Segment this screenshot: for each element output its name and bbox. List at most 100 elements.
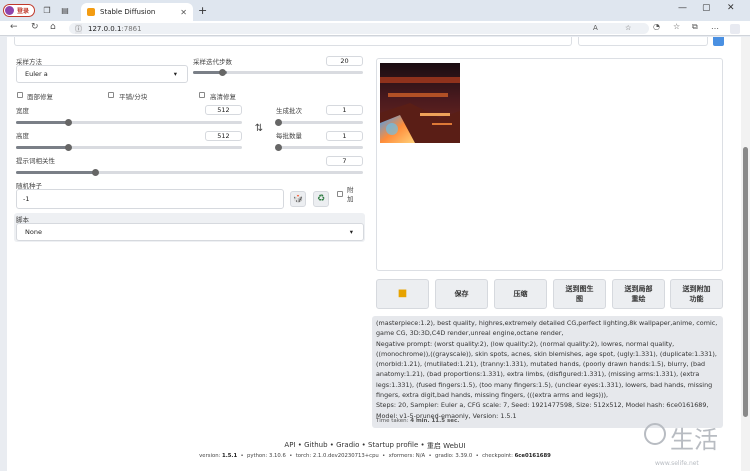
face-restore-checkbox[interactable] [17, 92, 23, 98]
face-restore-label: 面部修复 [27, 93, 53, 101]
height-input[interactable]: 512 [205, 131, 242, 141]
tab-actions-icon[interactable]: ▤ [59, 4, 71, 16]
avatar [5, 6, 14, 15]
time-taken-value: 4 min. 11.5 sec. [410, 418, 460, 424]
refresh-icon[interactable]: ↻ [31, 22, 39, 32]
width-input[interactable]: 512 [205, 105, 242, 115]
cfg-input[interactable]: 7 [326, 156, 363, 166]
apply-style-icon[interactable] [713, 37, 724, 46]
url-port: :7861 [121, 24, 142, 33]
url-input[interactable]: ⓘ 127.0.0.1:7861 A ☆ [69, 23, 649, 34]
new-tab-icon[interactable]: + [198, 4, 207, 17]
profile-button[interactable]: 登录 [3, 4, 35, 17]
styles-dropdown[interactable] [578, 37, 708, 46]
footer-link-restart[interactable]: 重启 WebUI [427, 441, 466, 451]
collections-icon[interactable]: ⧉ [692, 22, 698, 32]
send-to-extras-button[interactable]: 送到附加功能 [670, 279, 723, 309]
height-slider[interactable] [16, 144, 242, 151]
batch-size-label: 每批数量 [276, 132, 302, 140]
height-label: 高度 [16, 132, 29, 140]
cfg-slider-knob[interactable] [92, 169, 99, 176]
steps-input[interactable]: 20 [326, 56, 363, 66]
send-to-inpaint-button[interactable]: 送到局部重绘 [612, 279, 665, 309]
cfg-slider[interactable] [16, 169, 363, 176]
zip-button[interactable]: 压缩 [494, 279, 547, 309]
version-label: version: [199, 453, 221, 459]
footer-versions: version: 1.5.1 • python: 3.10.6 • torch:… [199, 453, 551, 459]
script-value: None [25, 228, 42, 236]
maximize-icon[interactable]: ▢ [702, 3, 711, 13]
batch-count-input[interactable]: 1 [326, 105, 363, 115]
xformers-version: xformers: N/A [388, 453, 426, 459]
seed-input[interactable]: -1 [16, 189, 284, 209]
width-label: 宽度 [16, 107, 29, 115]
close-window-icon[interactable]: ✕ [727, 3, 735, 13]
save-button[interactable]: 保存 [435, 279, 488, 309]
chevron-down-icon: ▾ [173, 70, 177, 78]
reuse-seed-icon[interactable]: ♻ [313, 191, 329, 207]
folder-icon: ■ [397, 288, 408, 299]
steps-label: 采样迭代步数 [193, 58, 232, 66]
height-slider-knob[interactable] [65, 144, 72, 151]
footer-link-startup-profile[interactable]: Startup profile [368, 441, 418, 451]
settings-icon[interactable]: … [711, 22, 719, 31]
random-seed-icon[interactable]: 🎲 [290, 191, 306, 207]
watermark-logo-icon [644, 423, 666, 445]
favicon-icon [87, 8, 95, 16]
time-taken-label: Time taken: [376, 418, 409, 424]
chevron-down-icon: ▾ [349, 228, 353, 236]
copilot-icon[interactable] [730, 24, 740, 34]
cfg-slider-fill [16, 171, 96, 174]
site-info-icon[interactable]: ⓘ [75, 23, 82, 34]
url-host: 127.0.0.1 [88, 24, 122, 33]
batch-count-slider[interactable] [275, 119, 363, 126]
footer-link-gradio[interactable]: Gradio [336, 441, 359, 451]
send-to-img2img-button[interactable]: 送到图生图 [553, 279, 606, 309]
footer-link-github[interactable]: Github [304, 441, 327, 451]
width-slider-fill [16, 121, 68, 124]
sampler-select[interactable]: Euler a ▾ [16, 65, 188, 83]
footer-link-api[interactable]: API [284, 441, 295, 451]
checkpoint-value: 6ce0161689 [514, 453, 551, 459]
workspaces-icon[interactable]: ❐ [41, 4, 53, 16]
batch-size-input[interactable]: 1 [326, 131, 363, 141]
hires-fix-checkbox[interactable] [199, 92, 205, 98]
extra-seed-checkbox[interactable] [337, 191, 343, 197]
python-version: python: 3.10.6 [247, 453, 286, 459]
extra-seed-label: 附加 [347, 186, 354, 203]
open-folder-button[interactable]: ■ [376, 279, 429, 309]
scrollbar-thumb[interactable] [743, 147, 748, 417]
read-aloud-icon[interactable]: A [593, 24, 598, 32]
tiling-label: 平铺/分块 [119, 93, 148, 101]
tab-title: Stable Diffusion [100, 8, 156, 16]
gradio-version: gradio: 3.39.0 [435, 453, 473, 459]
browser-tab[interactable]: Stable Diffusion ✕ [81, 3, 193, 21]
tiling-checkbox[interactable] [108, 92, 114, 98]
minimize-icon[interactable]: — [678, 3, 687, 13]
width-slider[interactable] [16, 119, 242, 126]
extension-icon[interactable]: ◔ [653, 22, 660, 31]
favorites-icon[interactable]: ☆ [673, 22, 680, 31]
batch-size-slider-knob[interactable] [275, 144, 282, 151]
checkpoint-label: checkpoint: [482, 453, 513, 459]
batch-size-slider[interactable] [275, 144, 363, 151]
torch-version: torch: 2.1.0.dev20230713+cpu [295, 453, 379, 459]
width-slider-knob[interactable] [65, 119, 72, 126]
prompt-textarea[interactable] [14, 37, 572, 46]
steps-slider-knob[interactable] [219, 69, 226, 76]
close-tab-icon[interactable]: ✕ [180, 8, 187, 17]
favorite-star-icon[interactable]: ☆ [625, 24, 631, 32]
footer-links: API • Github • Gradio • Startup profile … [284, 441, 466, 451]
watermark-url: www.selife.net [655, 460, 699, 467]
generated-image[interactable] [380, 63, 460, 143]
cfg-label: 提示词相关性 [16, 157, 55, 165]
sampler-value: Euler a [25, 70, 48, 78]
batch-count-slider-knob[interactable] [275, 119, 282, 126]
script-select[interactable]: None ▾ [16, 223, 364, 241]
back-icon[interactable]: ← [10, 22, 18, 32]
swap-dimensions-icon[interactable]: ⇅ [251, 120, 267, 136]
generated-image-art [380, 63, 460, 143]
version-value[interactable]: 1.5.1 [222, 453, 237, 459]
steps-slider[interactable] [193, 69, 363, 76]
home-icon[interactable]: ⌂ [50, 22, 56, 32]
